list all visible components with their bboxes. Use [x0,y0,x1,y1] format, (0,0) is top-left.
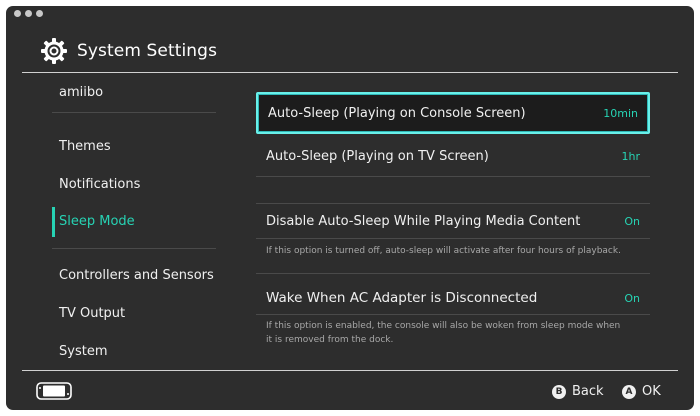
setting-label: Auto-Sleep (Playing on TV Screen) [266,148,489,164]
sidebar-divider [52,112,216,113]
sidebar-item-label: Themes [59,139,111,154]
sidebar-item-tv-output[interactable]: TV Output [52,297,216,331]
ok-label: OK [642,384,661,399]
setting-row-ac-wake[interactable]: Wake When AC Adapter is Disconnected On [256,283,650,313]
zoom-dot[interactable] [36,10,43,17]
setting-value: 10min [603,106,638,120]
sidebar-item-label: amiibo [59,85,104,100]
setting-value: On [624,214,640,228]
content-divider [256,273,650,274]
sidebar-item-notifications[interactable]: Notifications [52,168,216,202]
sidebar-divider [52,248,216,249]
ok-button[interactable]: A OK [622,384,661,399]
setting-row-tv-sleep[interactable]: Auto-Sleep (Playing on TV Screen) 1hr [256,136,650,176]
sidebar-item-themes[interactable]: Themes [52,130,216,164]
page-header: System Settings [40,36,217,66]
sidebar-item-label: TV Output [59,306,126,321]
sidebar-item-label: Notifications [59,177,141,192]
gear-icon [41,38,67,64]
setting-description-line: it is removed from the dock. [266,335,394,345]
content-divider [256,203,650,204]
back-label: Back [572,384,604,399]
sidebar-item-system[interactable]: System [52,335,216,369]
active-indicator [52,207,55,237]
sidebar-item-sleep-mode[interactable]: Sleep Mode [52,205,216,239]
minimize-dot[interactable] [25,10,32,17]
header-divider [22,72,678,73]
setting-description: If this option is enabled, the console w… [266,319,646,347]
settings-window: System Settings amiibo Themes Notificati… [6,6,694,410]
setting-label: Auto-Sleep (Playing on Console Screen) [268,105,526,121]
sidebar-item-label: Sleep Mode [59,214,135,229]
content-divider [256,238,650,239]
sidebar-item-label: Controllers and Sensors [59,268,214,283]
close-dot[interactable] [14,10,21,17]
sidebar-item-controllers[interactable]: Controllers and Sensors [52,259,216,293]
setting-value: 1hr [621,149,641,163]
content-divider [256,314,650,315]
content-divider [256,176,650,177]
footer-divider [22,370,678,371]
a-button-icon: A [622,384,636,399]
setting-label: Wake When AC Adapter is Disconnected [266,290,538,306]
console-icon [36,382,72,400]
setting-label: Disable Auto-Sleep While Playing Media C… [266,213,581,229]
back-button[interactable]: B Back [552,384,604,399]
sidebar-item-label: System [59,344,108,359]
page-title: System Settings [77,41,218,61]
setting-row-console-sleep[interactable]: Auto-Sleep (Playing on Console Screen) 1… [256,92,650,134]
setting-value: On [624,291,640,305]
setting-description-line: If this option is enabled, the console w… [266,321,621,331]
sidebar-item-amiibo[interactable]: amiibo [52,76,216,110]
setting-row-media-sleep[interactable]: Disable Auto-Sleep While Playing Media C… [256,206,650,236]
window-controls [14,10,43,17]
setting-description: If this option is turned off, auto-sleep… [266,246,621,256]
b-button-icon: B [552,384,566,399]
